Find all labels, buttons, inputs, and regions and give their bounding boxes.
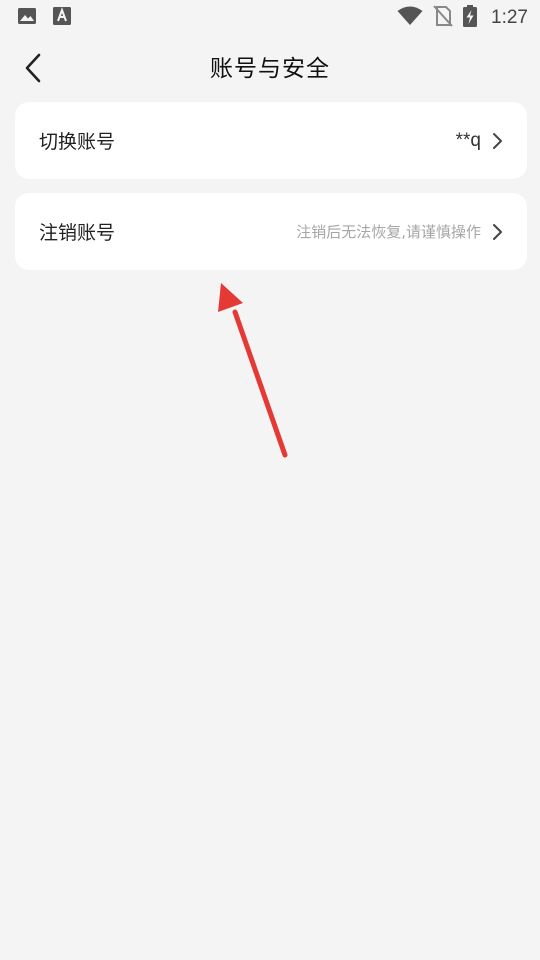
delete-account-right: 注销后无法恢复,请谨慎操作 [296,221,503,242]
switch-account-item[interactable]: 切换账号 **q [15,102,527,179]
annotation-arrow-shaft [232,309,288,458]
page-title: 账号与安全 [210,56,330,82]
status-time: 1:27 [491,7,528,28]
delete-account-item[interactable]: 注销账号 注销后无法恢复,请谨慎操作 [15,193,527,270]
nav-bar: 账号与安全 [0,36,540,102]
status-bar: 1:27 [0,0,540,36]
chevron-left-icon [24,53,42,87]
delete-account-hint: 注销后无法恢复,请谨慎操作 [296,223,481,241]
annotation-arrow-head [218,283,243,312]
status-right: 1:27 [397,5,528,31]
image-icon [17,6,37,30]
switch-account-right: **q [456,130,503,152]
status-left [17,6,71,30]
current-account-value: **q [455,129,481,151]
back-button[interactable] [16,53,50,87]
delete-account-label: 注销账号 [39,222,116,244]
wifi-icon [397,6,423,30]
no-sim-icon [433,5,453,31]
switch-account-label: 切换账号 [39,131,116,153]
chevron-right-icon [491,223,503,241]
font-a-icon [53,6,71,30]
chevron-right-icon [491,132,503,150]
battery-charging-icon [463,5,478,31]
